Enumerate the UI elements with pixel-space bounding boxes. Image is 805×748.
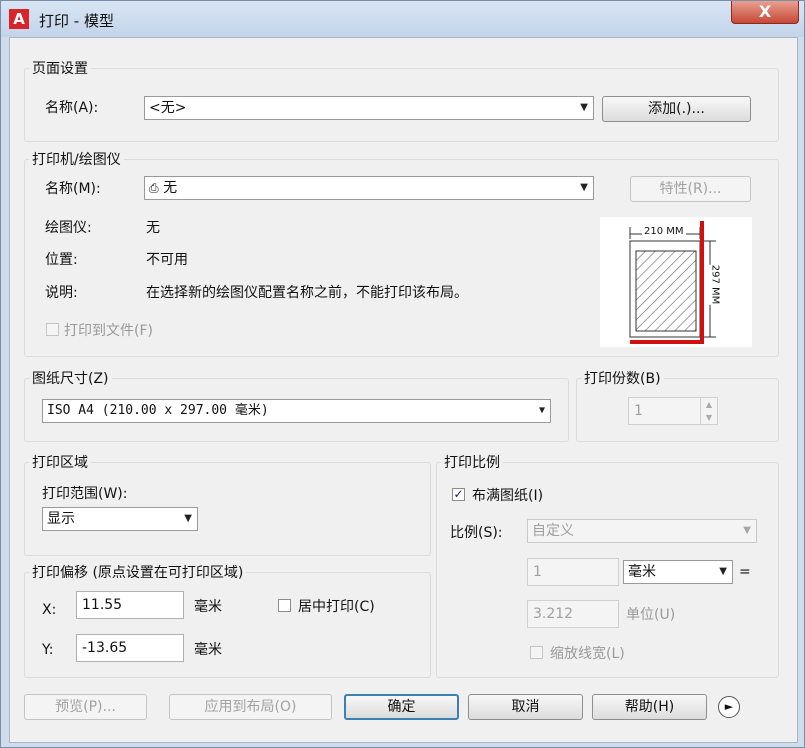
printer-name-label: 名称(M):	[45, 181, 101, 197]
printer-name-select[interactable]: ⎙ 无 ▼	[144, 176, 594, 200]
offset-y-value: -13.65	[82, 640, 128, 656]
offset-x-field[interactable]: 11.55	[76, 591, 184, 619]
ok-button[interactable]: 确定	[344, 694, 459, 720]
plot-range-value: 显示	[47, 511, 75, 527]
paper-size-value: ISO A4 (210.00 x 297.00 毫米)	[47, 403, 269, 418]
preview-button[interactable]: 预览(P)...	[24, 694, 147, 720]
cancel-button[interactable]: 取消	[468, 694, 583, 720]
chevron-down-icon: ▼	[743, 525, 751, 536]
scale-lineweight-label: 缩放线宽(L)	[550, 646, 625, 662]
page-setup-name-value: <无>	[149, 100, 187, 116]
scale-unit-select[interactable]: 毫米 ▼	[623, 560, 733, 584]
scale-value2-field[interactable]: 3.212	[527, 600, 619, 628]
location-label: 位置:	[45, 252, 78, 268]
offset-x-unit: 毫米	[194, 599, 222, 615]
autocad-logo-icon: A	[9, 9, 29, 29]
offset-x-label: X:	[42, 602, 57, 618]
offset-y-label: Y:	[42, 642, 54, 658]
paper-size-group-label: 图纸尺寸(Z)	[29, 368, 112, 388]
scale-value1: 1	[533, 564, 542, 580]
paper-size-select[interactable]: ISO A4 (210.00 x 297.00 毫米) ▼	[42, 399, 551, 423]
close-button[interactable]: X	[731, 1, 799, 24]
arrow-right-circle-icon[interactable]: ►	[718, 696, 740, 718]
title-bar[interactable]: A 打印 - 模型 X	[1, 1, 804, 37]
printer-group-label: 打印机/绘图仪	[29, 149, 124, 169]
plot-scale-group-label: 打印比例	[441, 452, 503, 472]
page-setup-name-select[interactable]: <无> ▼	[144, 96, 594, 120]
copies-value: 1	[634, 403, 643, 419]
chevron-down-icon: ▼	[719, 566, 727, 577]
copies-group-label: 打印份数(B)	[581, 368, 664, 388]
scale-value2: 3.212	[533, 606, 574, 622]
center-plot-label: 居中打印(C)	[298, 599, 375, 615]
print-to-file-checkbox[interactable]	[46, 323, 59, 336]
plot-offset-group-label: 打印偏移 (原点设置在可打印区域)	[29, 562, 247, 582]
dialog-body: 页面设置 名称(A): <无> ▼ 添加(.)... 打印机/绘图仪 名称(M)…	[9, 37, 798, 743]
plotter-value: 无	[146, 220, 160, 236]
location-value: 不可用	[146, 252, 188, 268]
description-value: 在选择新的绘图仪配置名称之前，不能打印该布局。	[146, 285, 468, 301]
scale-value: 自定义	[532, 523, 574, 539]
print-dialog-window: A 打印 - 模型 X 页面设置 名称(A): <无> ▼ 添加(.)... 打…	[0, 0, 805, 748]
plot-offset-group	[24, 572, 431, 678]
plotter-label: 绘图仪:	[45, 220, 92, 236]
spin-up-icon[interactable]: ▲	[701, 398, 717, 411]
plot-range-select[interactable]: 显示 ▼	[42, 507, 198, 531]
printer-properties-button[interactable]: 特性(R)...	[630, 176, 751, 202]
chevron-down-icon: ▼	[184, 513, 192, 524]
scale-value1-field[interactable]: 1	[527, 558, 619, 586]
paper-height-label: 297 MM	[709, 264, 721, 305]
scale-lineweight-checkbox[interactable]	[530, 646, 543, 659]
printer-icon: ⎙	[149, 181, 159, 195]
offset-y-unit: 毫米	[194, 642, 222, 658]
center-plot-checkbox[interactable]	[278, 599, 291, 612]
chevron-down-icon: ▼	[580, 182, 588, 193]
fit-to-paper-checkbox[interactable]: ✓	[452, 488, 465, 501]
plot-range-label: 打印范围(W):	[42, 486, 128, 502]
offset-y-field[interactable]: -13.65	[76, 634, 184, 662]
scale-unit-value: 毫米	[628, 564, 656, 580]
paper-width-label: 210 MM	[642, 226, 686, 237]
scale-unit2-label: 单位(U)	[626, 607, 676, 623]
apply-to-layout-button[interactable]: 应用到布局(O)	[169, 694, 332, 720]
chevron-down-icon: ▼	[580, 102, 588, 113]
description-label: 说明:	[45, 285, 78, 301]
offset-x-value: 11.55	[82, 597, 123, 613]
print-to-file-label: 打印到文件(F)	[64, 323, 153, 339]
fit-to-paper-label: 布满图纸(I)	[472, 488, 544, 504]
copies-spinner[interactable]: ▲ ▼	[700, 398, 717, 424]
page-setup-group-label: 页面设置	[29, 58, 91, 78]
spin-down-icon[interactable]: ▼	[701, 411, 717, 424]
printer-name-value: 无	[163, 180, 178, 196]
scale-select[interactable]: 自定义 ▼	[527, 519, 757, 543]
plot-area-group-label: 打印区域	[29, 452, 91, 472]
window-title: 打印 - 模型	[39, 12, 114, 30]
help-button[interactable]: 帮助(H)	[592, 694, 707, 720]
add-page-setup-button[interactable]: 添加(.)...	[602, 96, 751, 122]
equals-sign: =	[739, 564, 751, 580]
scale-label: 比例(S):	[450, 525, 503, 541]
page-setup-name-label: 名称(A):	[45, 100, 99, 116]
chevron-down-icon: ▼	[538, 405, 545, 416]
paper-preview: 210 MM 297 MM	[600, 217, 752, 347]
